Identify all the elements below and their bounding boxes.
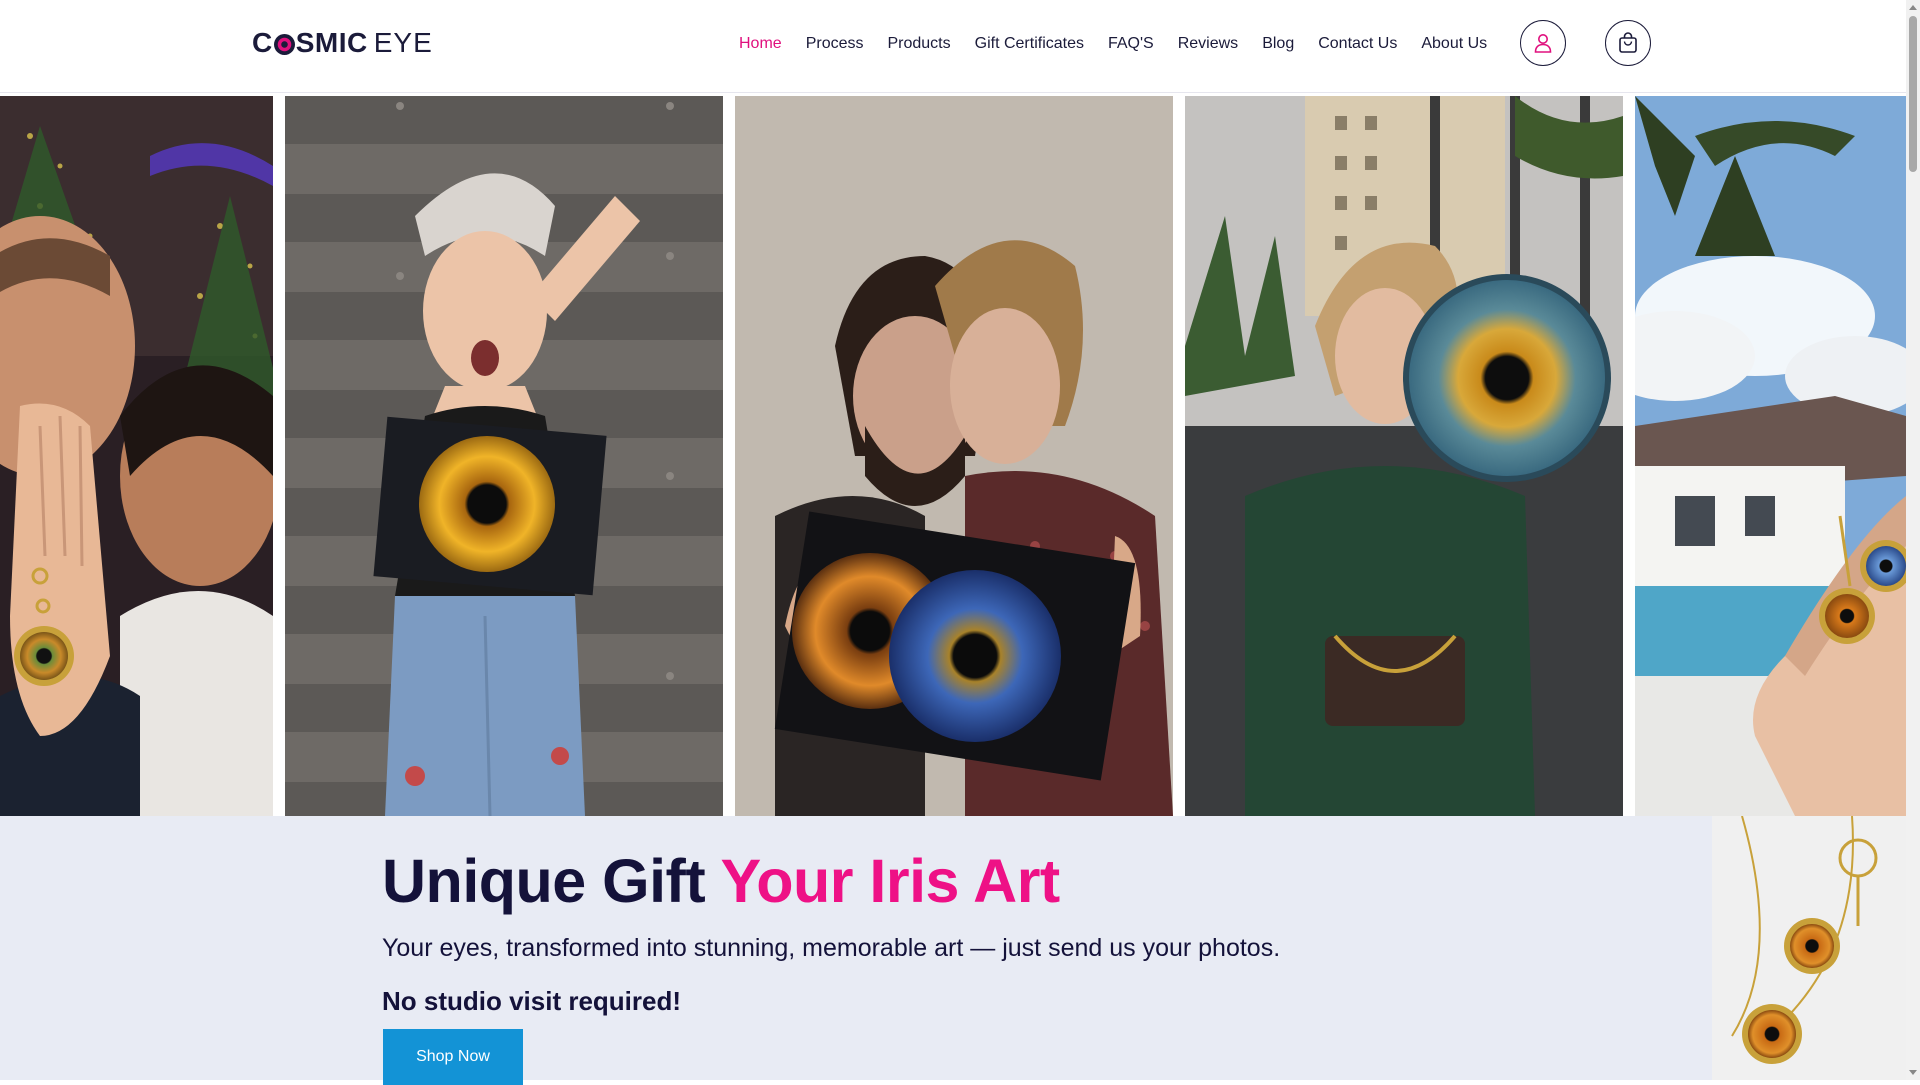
hero-note: No studio visit required! bbox=[382, 986, 682, 1016]
logo-wordmark-bold: C SMIC bbox=[252, 27, 368, 58]
pendant-product-image bbox=[1712, 815, 1906, 1080]
photo-hand-with-iris-keychains bbox=[1635, 96, 1906, 816]
site-header: C SMIC EYE Home Process Products Gift Cer… bbox=[0, 0, 1906, 93]
nav-contact-us[interactable]: Contact Us bbox=[1318, 35, 1397, 53]
photo-couple-with-iris-keychain bbox=[0, 96, 273, 816]
nav-about-us[interactable]: About Us bbox=[1421, 35, 1487, 53]
cart-button[interactable] bbox=[1605, 20, 1651, 66]
eye-logo-icon bbox=[273, 33, 295, 55]
photo-woman-with-round-iris-art bbox=[1185, 96, 1623, 816]
main-nav: Home Process Products Gift Certificates … bbox=[739, 0, 1511, 88]
hero-title: Unique Gift Your Iris Art bbox=[382, 846, 1060, 916]
nav-process[interactable]: Process bbox=[806, 35, 864, 53]
hero-title-main: Unique Gift bbox=[382, 847, 721, 915]
scroll-down-arrow-icon[interactable] bbox=[1909, 1070, 1917, 1075]
scroll-up-arrow-icon[interactable] bbox=[1909, 5, 1917, 10]
hero-title-accent: Your Iris Art bbox=[720, 847, 1061, 915]
hero-section: Unique Gift Your Iris Art Your eyes, tra… bbox=[0, 816, 1906, 1085]
shop-now-button[interactable]: Shop Now bbox=[383, 1029, 523, 1085]
photo-woman-with-iris-print bbox=[285, 96, 723, 816]
shopping-bag-icon bbox=[1619, 32, 1637, 53]
user-icon bbox=[1534, 34, 1552, 53]
page-scrollbar[interactable] bbox=[1906, 0, 1920, 1080]
nav-faqs[interactable]: FAQ'S bbox=[1108, 35, 1154, 53]
photo-gallery bbox=[0, 96, 1906, 816]
account-button[interactable] bbox=[1520, 20, 1566, 66]
brand-logo[interactable]: C SMIC EYE bbox=[252, 27, 433, 59]
nav-home[interactable]: Home bbox=[739, 35, 782, 53]
nav-products[interactable]: Products bbox=[887, 35, 950, 53]
logo-wordmark-light: EYE bbox=[373, 27, 433, 58]
nav-blog[interactable]: Blog bbox=[1262, 35, 1294, 53]
nav-gift-certificates[interactable]: Gift Certificates bbox=[975, 35, 1084, 53]
hero-subtitle: Your eyes, transformed into stunning, me… bbox=[382, 934, 1281, 962]
scrollbar-thumb[interactable] bbox=[1909, 16, 1917, 172]
nav-reviews[interactable]: Reviews bbox=[1178, 35, 1238, 53]
photo-couple-with-infinity-iris-print bbox=[735, 96, 1173, 816]
